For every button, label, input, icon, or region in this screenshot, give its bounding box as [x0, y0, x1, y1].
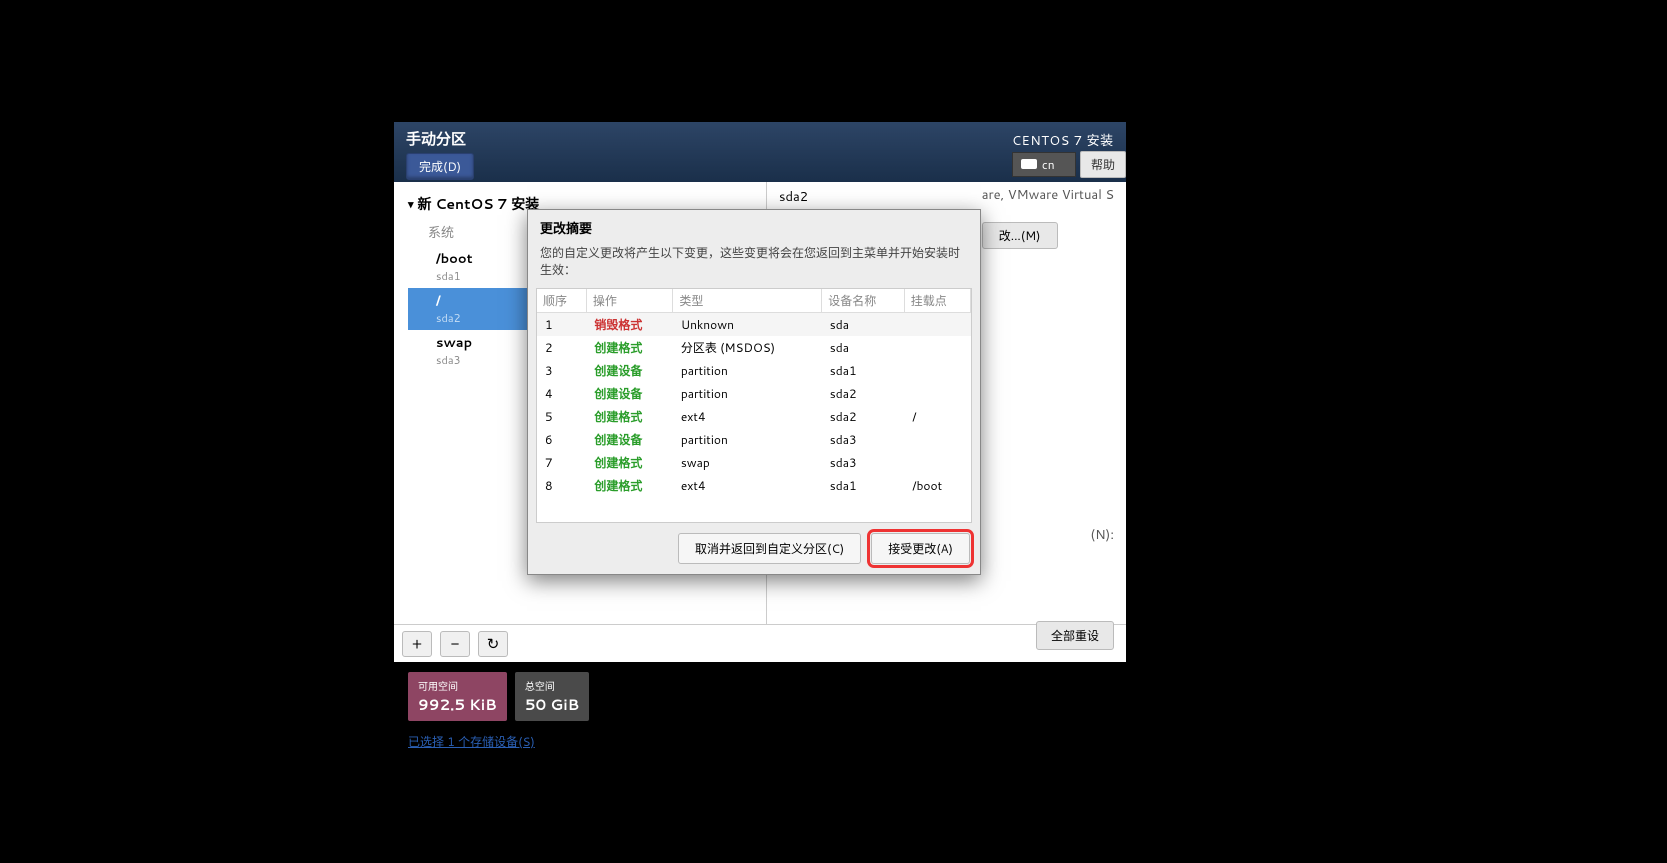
cell-seq: 3: [537, 359, 586, 382]
cell-type: partition: [673, 428, 822, 451]
keyboard-layout-selector[interactable]: cn: [1012, 152, 1076, 177]
cell-seq: 1: [537, 313, 586, 337]
column-seq: 顺序: [537, 289, 586, 313]
install-title: CENTOS 7 安装: [1012, 132, 1114, 150]
space-summary: 可用空间 992.5 KiB 总空间 50 GiB: [408, 672, 1112, 721]
table-row[interactable]: 5创建格式ext4sda2/: [537, 405, 971, 428]
header-right: CENTOS 7 安装 cn 帮助: [1012, 128, 1126, 178]
cell-operation: 创建设备: [586, 382, 672, 405]
cell-type: 分区表 (MSDOS): [673, 336, 822, 359]
cell-seq: 6: [537, 428, 586, 451]
cell-mount: [904, 336, 970, 359]
total-space-value: 50 GiB: [525, 694, 579, 715]
cell-type: partition: [673, 359, 822, 382]
cell-mount: [904, 313, 970, 337]
reset-all-button[interactable]: 全部重设: [1036, 621, 1114, 650]
cancel-button[interactable]: 取消并返回到自定义分区(C): [678, 533, 861, 564]
total-space-label: 总空间: [525, 678, 579, 694]
column-type: 类型: [673, 289, 822, 313]
cell-mount: [904, 428, 970, 451]
done-button[interactable]: 完成(D): [406, 153, 474, 180]
cell-type: ext4: [673, 405, 822, 428]
changes-summary-dialog: 更改摘要 您的自定义更改将产生以下变更，这些变更将会在您返回到主菜单并开始安装时…: [527, 209, 981, 575]
cell-device: sda1: [822, 359, 904, 382]
changes-table-wrapper: 顺序 操作 类型 设备名称 挂载点 1销毁格式Unknownsda2创建格式分区…: [536, 288, 972, 523]
cell-seq: 8: [537, 474, 586, 497]
window-header: 手动分区 完成(D) CENTOS 7 安装 cn 帮助: [394, 122, 1126, 182]
table-row[interactable]: 4创建设备partitionsda2: [537, 382, 971, 405]
name-field-label: (N):: [1090, 526, 1114, 544]
cell-operation: 创建格式: [586, 451, 672, 474]
footer: 可用空间 992.5 KiB 总空间 50 GiB 已选择 1 个存储设备(S)…: [394, 662, 1126, 762]
cell-device: sda2: [822, 405, 904, 428]
table-row[interactable]: 8创建格式ext4sda1/boot: [537, 474, 971, 497]
cell-mount: /: [904, 405, 970, 428]
cell-seq: 5: [537, 405, 586, 428]
cell-mount: [904, 359, 970, 382]
cell-device: sda1: [822, 474, 904, 497]
cell-device: sda3: [822, 428, 904, 451]
cell-operation: 创建格式: [586, 474, 672, 497]
column-mount: 挂载点: [904, 289, 970, 313]
cell-operation: 创建设备: [586, 428, 672, 451]
keyboard-icon: [1021, 159, 1037, 169]
partition-toolbar: + − ↻: [394, 624, 1126, 662]
table-header-row: 顺序 操作 类型 设备名称 挂载点: [537, 289, 971, 313]
cell-type: swap: [673, 451, 822, 474]
table-row[interactable]: 6创建设备partitionsda3: [537, 428, 971, 451]
page-title: 手动分区: [406, 128, 1114, 149]
tree-title: 新 CentOS 7 安装: [418, 194, 540, 214]
chevron-down-icon: ▾: [408, 196, 414, 212]
cell-device: sda2: [822, 382, 904, 405]
cell-mount: [904, 451, 970, 474]
accept-changes-button[interactable]: 接受更改(A): [871, 533, 970, 564]
device-description: are, VMware Virtual S: [982, 186, 1114, 204]
cell-device: sda: [822, 313, 904, 337]
cell-seq: 2: [537, 336, 586, 359]
cell-seq: 4: [537, 382, 586, 405]
remove-partition-button[interactable]: −: [440, 631, 470, 657]
table-row[interactable]: 3创建设备partitionsda1: [537, 359, 971, 382]
keyboard-layout-value: cn: [1042, 156, 1055, 173]
available-space-label: 可用空间: [418, 678, 497, 694]
table-row[interactable]: 2创建格式分区表 (MSDOS)sda: [537, 336, 971, 359]
cell-operation: 创建设备: [586, 359, 672, 382]
refresh-button[interactable]: ↻: [478, 631, 508, 657]
cell-type: Unknown: [673, 313, 822, 337]
cell-mount: [904, 382, 970, 405]
table-row[interactable]: 1销毁格式Unknownsda: [537, 313, 971, 337]
cell-mount: /boot: [904, 474, 970, 497]
cell-seq: 7: [537, 451, 586, 474]
dialog-subtitle: 您的自定义更改将产生以下变更，这些变更将会在您返回到主菜单并开始安装时生效：: [528, 240, 980, 288]
cell-operation: 创建格式: [586, 336, 672, 359]
table-row[interactable]: 7创建格式swapsda3: [537, 451, 971, 474]
column-operation: 操作: [586, 289, 672, 313]
cell-type: ext4: [673, 474, 822, 497]
cell-type: partition: [673, 382, 822, 405]
column-device: 设备名称: [822, 289, 904, 313]
help-button[interactable]: 帮助: [1080, 151, 1126, 178]
total-space-box: 总空间 50 GiB: [515, 672, 589, 721]
cell-device: sda3: [822, 451, 904, 474]
changes-table: 顺序 操作 类型 设备名称 挂载点 1销毁格式Unknownsda2创建格式分区…: [537, 289, 971, 497]
add-partition-button[interactable]: +: [402, 631, 432, 657]
cell-device: sda: [822, 336, 904, 359]
cell-operation: 创建格式: [586, 405, 672, 428]
modify-button[interactable]: 改...(M): [982, 222, 1058, 249]
available-space-box: 可用空间 992.5 KiB: [408, 672, 507, 721]
dialog-button-bar: 取消并返回到自定义分区(C) 接受更改(A): [528, 523, 980, 574]
storage-devices-link[interactable]: 已选择 1 个存储设备(S): [408, 733, 535, 750]
dialog-title: 更改摘要: [528, 210, 980, 240]
available-space-value: 992.5 KiB: [418, 694, 497, 715]
cell-operation: 销毁格式: [586, 313, 672, 337]
